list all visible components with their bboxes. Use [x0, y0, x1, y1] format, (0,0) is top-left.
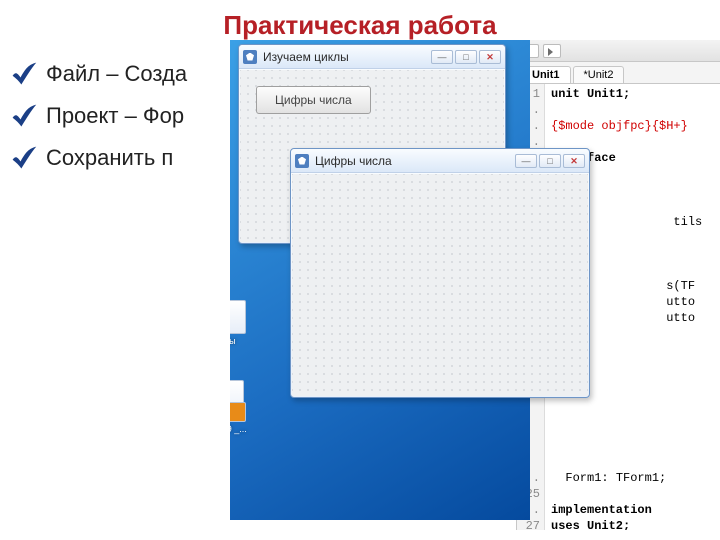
editor-tab-unit2[interactable]: *Unit2 — [573, 66, 625, 83]
bullet-list: Файл – Созда Проект – Фор Сохранить п — [10, 60, 187, 186]
desktop-icon-label: 10 2019 _... — [230, 424, 250, 434]
ide-screenshot: Unit1 *Unit2 1 . . . 5 . 25 . 27 unit Un… — [230, 40, 720, 540]
slide-title: Практическая работа — [0, 10, 720, 41]
bullet-text: Проект – Фор — [46, 103, 184, 129]
minimize-button[interactable]: — — [515, 154, 537, 168]
bullet-item: Сохранить п — [10, 144, 187, 172]
checkmark-icon — [10, 60, 38, 88]
desktop-icon-label: уклеты — [230, 336, 246, 346]
editor-tabstrip: Unit1 *Unit2 — [517, 62, 720, 84]
checkmark-icon — [10, 144, 38, 172]
lazarus-icon — [295, 154, 309, 168]
bullet-text: Файл – Созда — [46, 61, 187, 87]
close-button[interactable]: ✕ — [563, 154, 585, 168]
checkmark-icon — [10, 102, 38, 130]
close-button[interactable]: ✕ — [479, 50, 501, 64]
code-toolbar — [517, 40, 720, 62]
desktop-icon[interactable] — [230, 300, 246, 334]
maximize-button[interactable]: □ — [539, 154, 561, 168]
window-title: Изучаем циклы — [263, 50, 425, 64]
bullet-item: Проект – Фор — [10, 102, 187, 130]
bullet-item: Файл – Созда — [10, 60, 187, 88]
desktop-icon[interactable] — [230, 402, 246, 422]
bullet-text: Сохранить п — [46, 145, 173, 171]
window-title: Цифры числа — [315, 154, 509, 168]
form-button-digits[interactable]: Цифры числа — [256, 86, 371, 114]
maximize-button[interactable]: □ — [455, 50, 477, 64]
form-design-surface[interactable] — [292, 174, 588, 396]
form-designer-window-2[interactable]: Цифры числа — □ ✕ — [290, 148, 590, 398]
lazarus-icon — [243, 50, 257, 64]
nav-forward-button[interactable] — [543, 44, 561, 58]
minimize-button[interactable]: — — [431, 50, 453, 64]
